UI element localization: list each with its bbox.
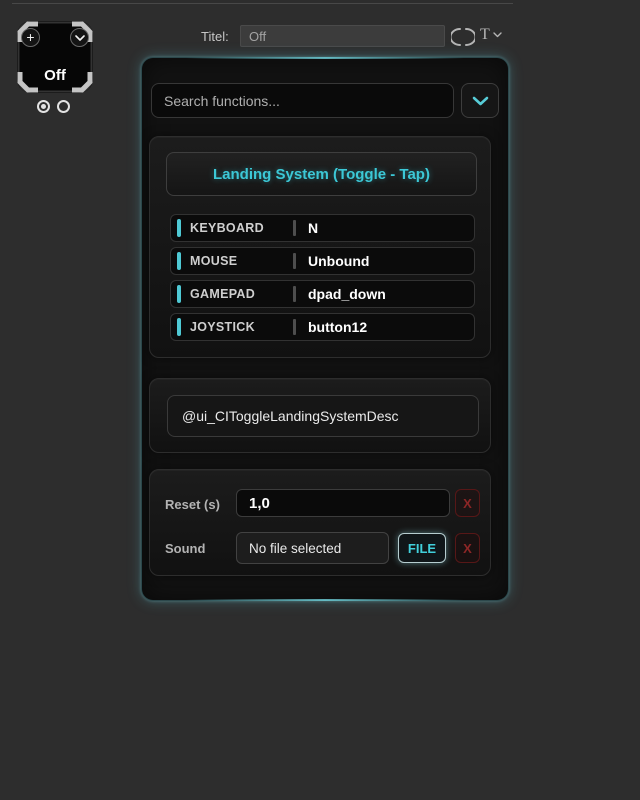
device-label: KEYBOARD — [190, 221, 264, 235]
button-preview-label: Off — [17, 67, 93, 84]
sound-label: Sound — [165, 541, 205, 556]
bindings-section: Landing System (Toggle - Tap) KEYBOARD N… — [149, 136, 491, 358]
binding-row-joystick[interactable]: JOYSTICK button12 — [170, 313, 475, 341]
chevron-down-icon — [493, 32, 502, 38]
description-box[interactable]: @ui_CIToggleLandingSystemDesc — [167, 395, 479, 437]
page-indicator-dot[interactable] — [57, 100, 70, 113]
sound-clear-button[interactable]: X — [455, 533, 480, 563]
binding-value: N — [308, 220, 318, 236]
widget-expand-button[interactable] — [70, 28, 89, 47]
accent-bar — [177, 285, 181, 303]
binding-value: dpad_down — [308, 286, 386, 302]
reset-label: Reset (s) — [165, 497, 220, 512]
binding-row-mouse[interactable]: MOUSE Unbound — [170, 247, 475, 275]
accent-bar — [177, 318, 181, 336]
settings-section: Reset (s) X Sound FILE X — [149, 469, 491, 576]
expand-functions-button[interactable] — [461, 83, 499, 118]
page-indicator — [37, 100, 70, 113]
brackets-icon[interactable] — [451, 26, 475, 48]
accent-bar — [177, 252, 181, 270]
plus-icon: + — [26, 30, 34, 44]
device-label: MOUSE — [190, 254, 237, 268]
chevron-down-icon — [472, 96, 489, 106]
row-divider — [293, 220, 296, 236]
add-action-button[interactable]: + — [21, 28, 40, 47]
page-indicator-dot[interactable] — [37, 100, 50, 113]
function-name: Landing System (Toggle - Tap) — [213, 166, 430, 183]
search-input[interactable] — [151, 83, 454, 118]
x-icon: X — [463, 496, 472, 511]
text-format-icon[interactable]: T — [480, 26, 502, 44]
reset-clear-button[interactable]: X — [455, 489, 480, 517]
description-section: @ui_CIToggleLandingSystemDesc — [149, 378, 491, 453]
sound-file-input[interactable] — [236, 532, 389, 564]
row-divider — [293, 319, 296, 335]
device-label: JOYSTICK — [190, 320, 255, 334]
title-label: Titel: — [201, 29, 229, 44]
device-label: GAMEPAD — [190, 287, 255, 301]
title-input[interactable] — [240, 25, 445, 47]
reset-input[interactable] — [236, 489, 450, 517]
file-browse-button[interactable]: FILE — [398, 533, 446, 563]
description-text: @ui_CIToggleLandingSystemDesc — [182, 408, 399, 424]
function-panel: Landing System (Toggle - Tap) KEYBOARD N… — [141, 57, 509, 601]
row-divider — [293, 253, 296, 269]
binding-row-keyboard[interactable]: KEYBOARD N — [170, 214, 475, 242]
button-preview[interactable]: + Off — [17, 21, 93, 93]
chevron-down-icon — [75, 35, 85, 41]
row-divider — [293, 286, 296, 302]
top-divider — [12, 3, 513, 4]
binding-row-gamepad[interactable]: GAMEPAD dpad_down — [170, 280, 475, 308]
binding-value: Unbound — [308, 253, 369, 269]
x-icon: X — [463, 541, 472, 556]
binding-value: button12 — [308, 319, 367, 335]
accent-bar — [177, 219, 181, 237]
function-name-button[interactable]: Landing System (Toggle - Tap) — [166, 152, 477, 196]
